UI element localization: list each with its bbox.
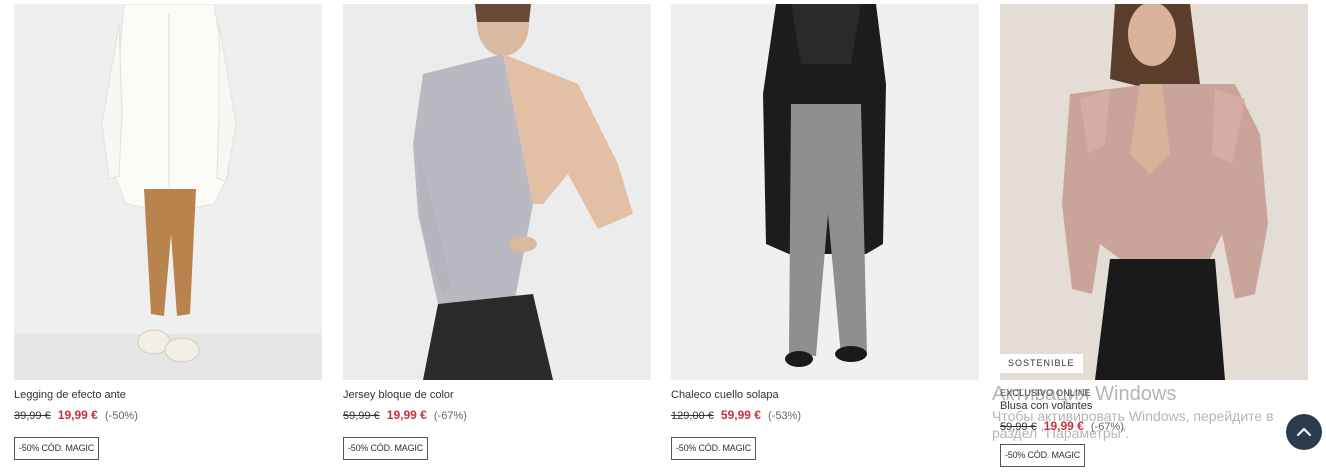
chevron-up-icon [1296, 427, 1312, 437]
promo-code-badge: -50% CÓD. MAGIC [1000, 444, 1086, 467]
product-name[interactable]: Legging de efecto ante [14, 388, 322, 402]
old-price: 39,99 € [14, 410, 51, 422]
promo-code-badge: -50% CÓD. MAGIC [343, 437, 429, 460]
product-name[interactable]: Blusa con volantes [1000, 399, 1308, 413]
discount-percent: (-50%) [104, 410, 138, 422]
discount-percent: (-67%) [1090, 421, 1124, 433]
sale-price: 59,99 € [720, 408, 761, 422]
sale-price: 19,99 € [1043, 419, 1084, 433]
promo-code-badge: -50% CÓD. MAGIC [14, 437, 100, 460]
product-prices: 129,00 € 59,99 € (-53%) [671, 408, 979, 423]
product-name[interactable]: Chaleco cuello solapa [671, 388, 979, 402]
product-name[interactable]: Jersey bloque de color [343, 388, 651, 402]
old-price: 59,99 € [343, 410, 380, 422]
exclusive-online-label: EXCLUSIVO ONLINE [1000, 388, 1091, 398]
sale-price: 19,99 € [57, 408, 98, 422]
product-image[interactable] [14, 4, 322, 380]
promo-code-badge: -50% CÓD. MAGIC [671, 437, 757, 460]
product-prices: 59,99 € 19,99 € (-67%) [1000, 419, 1308, 434]
sostenible-badge: SOSTENIBLE [1000, 354, 1083, 373]
product-image[interactable] [671, 4, 979, 380]
product-image[interactable] [343, 4, 651, 380]
product-prices: 59,99 € 19,99 € (-67%) [343, 408, 651, 423]
product-info: Chaleco cuello solapa 129,00 € 59,99 € (… [671, 388, 979, 460]
sale-price: 19,99 € [386, 408, 427, 422]
product-info: Jersey bloque de color 59,99 € 19,99 € (… [343, 388, 651, 460]
product-info: Legging de efecto ante 39,99 € 19,99 € (… [14, 388, 322, 460]
discount-percent: (-67%) [433, 410, 467, 422]
discount-percent: (-53%) [768, 410, 802, 422]
scroll-to-top-button[interactable] [1286, 414, 1322, 450]
product-info: EXCLUSIVO ONLINE Blusa con volantes 59,9… [1000, 387, 1308, 467]
product-prices: 39,99 € 19,99 € (-50%) [14, 408, 322, 423]
product-grid: Legging de efecto ante 39,99 € 19,99 € (… [0, 0, 1326, 476]
product-image[interactable] [1000, 4, 1308, 380]
old-price: 129,00 € [671, 410, 714, 422]
old-price: 59,99 € [1000, 421, 1037, 433]
